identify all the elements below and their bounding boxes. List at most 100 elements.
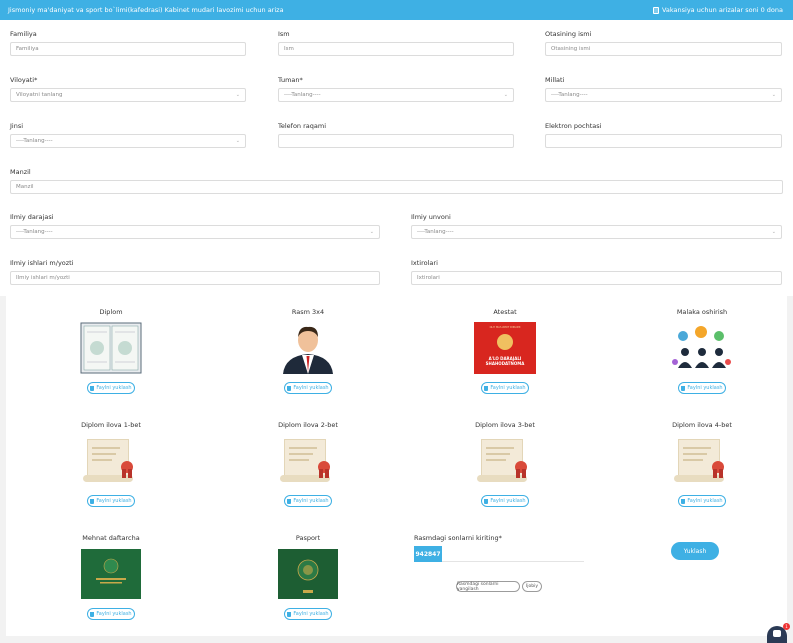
- application-count: Vakansiya uchun arizalar soni 0 dona: [652, 6, 783, 14]
- chat-widget[interactable]: 1: [767, 623, 790, 643]
- application-count-text: Vakansiya uchun arizalar soni 0 dona: [661, 6, 783, 14]
- jinsi-label: Jinsi: [10, 122, 24, 130]
- upload-title: Diplom ilova 1-bet: [81, 421, 141, 429]
- notification-badge: 1: [783, 623, 790, 630]
- upload-title: Rasm 3x4: [291, 308, 325, 316]
- upload-section: Diplom Faylni yuklash Rasm 3x4 Faylni yu…: [6, 296, 787, 636]
- page-title: Jismoniy ma'daniyat va sport bo`limi(kaf…: [8, 6, 284, 14]
- ilmiy-unvon-label: Ilmiy unvoni: [411, 213, 451, 221]
- scroll-document-icon: [672, 435, 732, 487]
- trash-icon: [90, 385, 95, 391]
- upload-mehnat: Mehnat daftarcha Faylni yuklash: [21, 534, 201, 620]
- trash-icon: [287, 385, 292, 391]
- trash-icon: [287, 611, 292, 617]
- upload-pasport: Pasport Faylni yuklash: [218, 534, 398, 620]
- upload-diplom-ilova-4: Diplom ilova 4-bet Faylni yuklash: [612, 421, 792, 507]
- ism-label: Ism: [278, 30, 290, 38]
- upload-button[interactable]: Faylni yuklash: [284, 495, 332, 507]
- person-avatar-icon: [277, 322, 339, 374]
- upload-button[interactable]: Faylni yuklash: [678, 382, 726, 394]
- tuman-label: Tuman*: [278, 76, 303, 84]
- upload-malaka: Malaka oshirish Faylni yuklash: [612, 308, 792, 394]
- scroll-document-icon: [81, 435, 141, 487]
- otasi-input[interactable]: Otasining ismi: [545, 42, 782, 56]
- upload-button[interactable]: Faylni yuklash: [284, 382, 332, 394]
- viloyat-label: Viloyati*: [10, 76, 38, 84]
- application-form: Familiya Familiya Ism Ism Otasining ismi…: [0, 20, 793, 296]
- millati-label: Millati: [545, 76, 565, 84]
- trash-icon: [90, 498, 95, 504]
- submit-button[interactable]: Yuklash: [671, 542, 719, 560]
- trash-icon: [484, 498, 489, 504]
- ilmiy-daraja-label: Ilmiy darajasi: [10, 213, 54, 221]
- document-icon: [652, 6, 659, 14]
- trash-icon: [681, 385, 686, 391]
- upload-title: Diplom: [99, 308, 123, 316]
- millati-select[interactable]: ----Tanlang---- ⌄: [545, 88, 782, 102]
- diploma-certificate-icon: [80, 322, 142, 374]
- chevron-down-icon: ⌄: [235, 138, 240, 144]
- scroll-document-icon: [278, 435, 338, 487]
- red-certificate-icon: OLIY MA'LUMOT DIPLOMI A'LO DARAJALI SHAH…: [474, 322, 536, 374]
- viloyat-select[interactable]: Viloyatni tanlang ⌄: [10, 88, 246, 102]
- page: Jismoniy ma'daniyat va sport bo`limi(kaf…: [0, 0, 793, 643]
- passport-icon: [277, 548, 339, 600]
- upload-title: Atestat: [493, 308, 517, 316]
- scroll-document-icon: [475, 435, 535, 487]
- chevron-down-icon: ⌄: [503, 92, 508, 98]
- upload-button[interactable]: Faylni yuklash: [481, 495, 529, 507]
- captcha-label: Rasmdagi sonlarni kiriting*: [414, 534, 502, 542]
- upload-diplom-ilova-2: Diplom ilova 2-bet Faylni yuklash: [218, 421, 398, 507]
- tuman-select[interactable]: ----Tanlang---- ⌄: [278, 88, 514, 102]
- upload-title: Malaka oshirish: [676, 308, 728, 316]
- ilmiy-daraja-select[interactable]: ----Tanlang---- ⌄: [10, 225, 380, 239]
- upload-title: Diplom ilova 3-bet: [475, 421, 535, 429]
- telefon-input[interactable]: [278, 134, 514, 148]
- ism-input[interactable]: Ism: [278, 42, 514, 56]
- upload-diplom-ilova-3: Diplom ilova 3-bet Faylni yuklash: [415, 421, 595, 507]
- top-bar: Jismoniy ma'daniyat va sport bo`limi(kaf…: [0, 0, 793, 20]
- ilmiy-ishlar-label: Ilmiy ishlari m/yozti: [10, 259, 74, 267]
- upload-title: Diplom ilova 4-bet: [672, 421, 732, 429]
- jinsi-select[interactable]: ----Tanlang---- ⌄: [10, 134, 246, 148]
- upload-button[interactable]: Faylni yuklash: [87, 608, 135, 620]
- upload-atestat: Atestat OLIY MA'LUMOT DIPLOMI A'LO DARAJ…: [415, 308, 595, 394]
- otasi-label: Otasining ismi: [545, 30, 592, 38]
- upload-title: Diplom ilova 2-bet: [278, 421, 338, 429]
- familiya-input[interactable]: Familiya: [10, 42, 246, 56]
- captcha-ok-button[interactable]: Ijobiy: [522, 581, 542, 592]
- trash-icon: [484, 385, 489, 391]
- upload-diplom-ilova-1: Diplom ilova 1-bet Faylni yuklash: [21, 421, 201, 507]
- chevron-down-icon: ⌄: [771, 92, 776, 98]
- upload-button[interactable]: Faylni yuklash: [87, 382, 135, 394]
- ixtirolari-label: Ixtirolari: [411, 259, 438, 267]
- manzil-label: Manzil: [10, 168, 31, 176]
- upload-rasm: Rasm 3x4 Faylni yuklash: [218, 308, 398, 394]
- manzil-input[interactable]: Manzil: [10, 180, 783, 194]
- ilmiy-unvon-select[interactable]: ----Tanlang---- ⌄: [411, 225, 782, 239]
- trash-icon: [287, 498, 292, 504]
- upload-title: Mehnat daftarcha: [82, 534, 140, 542]
- training-people-icon: [671, 322, 733, 374]
- trash-icon: [681, 498, 686, 504]
- upload-button[interactable]: Faylni yuklash: [284, 608, 332, 620]
- familiya-label: Familiya: [10, 30, 37, 38]
- green-booklet-icon: [80, 548, 142, 600]
- chat-bubble-icon: [773, 630, 781, 637]
- upload-button[interactable]: Faylni yuklash: [87, 495, 135, 507]
- trash-icon: [90, 611, 95, 617]
- upload-title: Pasport: [295, 534, 321, 542]
- email-input[interactable]: [545, 134, 782, 148]
- ixtirolari-input[interactable]: Ixtirolari: [411, 271, 782, 285]
- upload-button[interactable]: Faylni yuklash: [678, 495, 726, 507]
- chevron-down-icon: ⌄: [369, 229, 374, 235]
- chevron-down-icon: ⌄: [235, 92, 240, 98]
- upload-button[interactable]: Faylni yuklash: [481, 382, 529, 394]
- chevron-down-icon: ⌄: [771, 229, 776, 235]
- email-label: Elektron pochtasi: [545, 122, 602, 130]
- telefon-label: Telefon raqami: [278, 122, 327, 130]
- captcha-refresh-button[interactable]: Rasmdagi sonlarni yangilash: [456, 581, 520, 592]
- ilmiy-ishlar-input[interactable]: Ilmiy ishlari m/yozti: [10, 271, 380, 285]
- upload-diplom: Diplom Faylni yuklash: [21, 308, 201, 394]
- captcha-image: 942847: [414, 546, 442, 562]
